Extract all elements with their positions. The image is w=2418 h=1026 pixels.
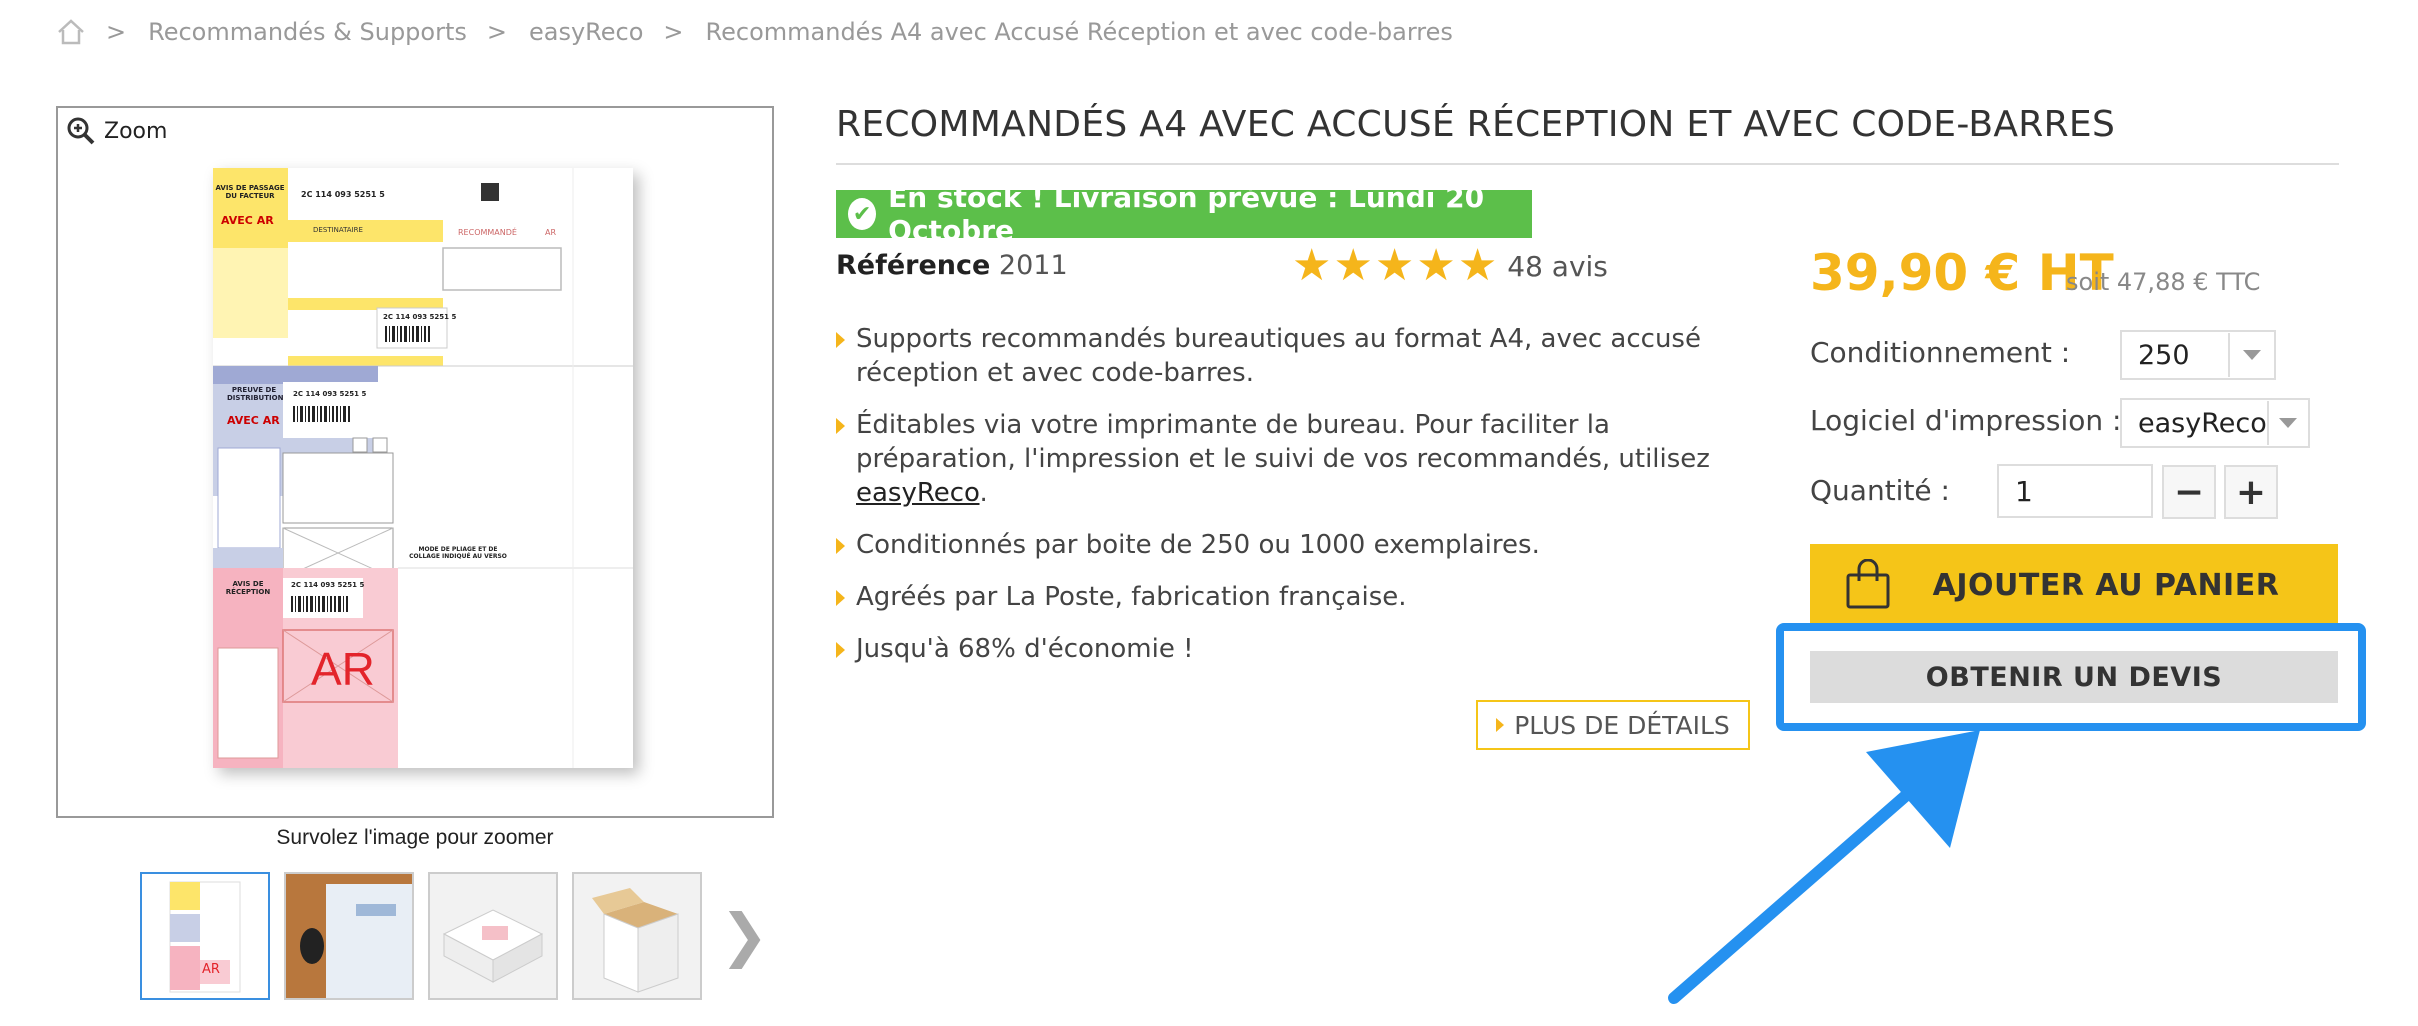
quantity-increase-button[interactable]: +	[2224, 465, 2278, 519]
conditionnement-value: 250	[2138, 339, 2190, 371]
chevron-down-icon	[2266, 401, 2308, 445]
doc-text: 2C 114 093 5251 5	[383, 313, 457, 321]
breadcrumb-item-recommandes[interactable]: Recommandés & Supports	[148, 18, 467, 46]
chevron-down-icon	[2228, 333, 2274, 377]
quantite-label: Quantité :	[1810, 474, 1950, 507]
quantity-input[interactable]	[1997, 464, 2153, 518]
annotation-arrow-icon	[1668, 730, 1980, 1004]
doc-text: AVIS DE PASSAGE DU FACTEUR	[215, 184, 285, 200]
zoom-hint: Survolez l'image pour zoomer	[276, 826, 554, 849]
reviews-count[interactable]: 48 avis	[1507, 250, 1608, 283]
doc-text: AR	[545, 228, 557, 237]
thumbnail-form[interactable]: AR	[140, 872, 270, 1000]
thumbnails-next-arrow-icon[interactable]: ❯	[720, 905, 769, 965]
feature-text: Agréés par La Poste, fabrication françai…	[856, 582, 1407, 612]
product-title: RECOMMANDÉS A4 AVEC ACCUSÉ RÉCEPTION ET …	[836, 104, 2116, 145]
doc-text: 2C 114 093 5251 5	[301, 190, 385, 199]
feature-text: Éditables via votre imprimante de bureau…	[856, 410, 1710, 474]
bullet-arrow-icon	[836, 642, 845, 658]
thumbnail-strip: AR	[140, 872, 702, 1000]
zoom-icon	[66, 116, 96, 146]
thumbnail-box-closed[interactable]	[572, 872, 702, 1000]
feature-text: Jusqu'à 68% d'économie !	[856, 634, 1194, 664]
registered-letter-form-image: AVIS DE PASSAGE DU FACTEUR AVEC AR 2C 11…	[213, 168, 633, 768]
doc-text: AR	[311, 643, 375, 695]
reference-value: 2011	[998, 250, 1068, 281]
star-icon: ★	[1374, 240, 1415, 291]
star-icon: ★	[1292, 240, 1332, 291]
easyreco-link[interactable]: easyReco	[856, 478, 980, 508]
stock-status-text: En stock ! Livraison prévue : Lundi 20 O…	[888, 181, 1485, 247]
doc-text: MODE DE PLIAGE ET DE COLLAGE INDIQUÉ AU …	[409, 546, 507, 560]
conditionnement-label: Conditionnement :	[1810, 336, 2071, 369]
price-ttc: soit 47,88 € TTC	[2066, 268, 2261, 296]
logiciel-label: Logiciel d'impression :	[1810, 404, 2122, 437]
feature-text-suffix: .	[979, 478, 988, 508]
zoom-label: Zoom	[104, 118, 168, 144]
stock-status-badge: ✔ En stock ! Livraison prévue : Lundi 20…	[836, 181, 1532, 247]
breadcrumb-item-easyreco[interactable]: easyReco	[529, 18, 643, 46]
doc-text: AVIS DE RÉCEPTION	[225, 580, 271, 596]
title-divider	[836, 163, 2339, 165]
home-icon[interactable]	[56, 18, 86, 46]
star-icon: ★	[1457, 240, 1498, 291]
feature-item: Jusqu'à 68% d'économie !	[836, 632, 1736, 666]
feature-item: Supports recommandés bureautiques au for…	[836, 322, 1736, 390]
add-to-cart-label: AJOUTER AU PANIER	[1932, 567, 2280, 603]
quantity-decrease-button[interactable]: −	[2162, 465, 2216, 519]
logiciel-value: easyReco	[2138, 407, 2267, 439]
logiciel-select[interactable]: easyReco	[2120, 398, 2310, 448]
bullet-arrow-icon	[836, 418, 845, 434]
thumbnail-desk-photo[interactable]	[284, 872, 414, 1000]
star-icon: ★	[1416, 240, 1456, 291]
zoom-control[interactable]: Zoom	[66, 116, 167, 146]
doc-text: PREUVE DE DISTRIBUTION	[227, 386, 284, 402]
bullet-arrow-icon	[836, 590, 845, 606]
doc-text: 2C 114 093 5251 5	[293, 390, 367, 398]
shopping-bag-icon	[1828, 559, 1908, 611]
product-reference: Référence 2011	[836, 250, 1068, 281]
feature-item: Conditionnés par boite de 250 ou 1000 ex…	[836, 528, 1736, 562]
doc-text: RECOMMANDÉ	[458, 228, 517, 237]
doc-text: DESTINATAIRE	[313, 226, 363, 234]
get-quote-button[interactable]: OBTENIR UN DEVIS	[1810, 651, 2338, 703]
feature-list: Supports recommandés bureautiques au for…	[836, 322, 1736, 684]
thumbnail-box-open[interactable]	[428, 872, 558, 1000]
doc-text: 2C 114 093 5251 5	[291, 581, 365, 589]
conditionnement-select[interactable]: 250	[2120, 330, 2276, 380]
breadcrumb-separator: >	[106, 18, 127, 46]
star-icon: ★	[1333, 240, 1373, 291]
add-to-cart-button[interactable]: AJOUTER AU PANIER	[1810, 544, 2338, 626]
product-rating[interactable]: ★ ★ ★ ★ ★ 48 avis	[1292, 244, 1608, 288]
breadcrumb-separator: >	[663, 18, 684, 46]
feature-text: Supports recommandés bureautiques au for…	[856, 324, 1701, 388]
product-main-image[interactable]: Zoom AVIS DE PASSAGE DU FACTEUR AVEC AR …	[56, 106, 774, 818]
bullet-arrow-icon	[836, 332, 845, 348]
chevron-right-icon	[1496, 718, 1505, 732]
doc-text: AVEC AR	[221, 214, 274, 227]
thumbnail-ar-label: AR	[202, 962, 220, 977]
reference-label: Référence	[836, 250, 991, 281]
doc-text: AVEC AR	[227, 414, 280, 427]
feature-item: Éditables via votre imprimante de bureau…	[836, 408, 1736, 510]
check-icon: ✔	[848, 198, 877, 230]
feature-text: Conditionnés par boite de 250 ou 1000 ex…	[856, 530, 1540, 560]
breadcrumb-separator: >	[486, 18, 507, 46]
breadcrumb: > Recommandés & Supports > easyReco > Re…	[56, 14, 1453, 50]
bullet-arrow-icon	[836, 538, 845, 554]
breadcrumb-item-current: Recommandés A4 avec Accusé Réception et …	[705, 18, 1453, 46]
feature-item: Agréés par La Poste, fabrication françai…	[836, 580, 1736, 614]
